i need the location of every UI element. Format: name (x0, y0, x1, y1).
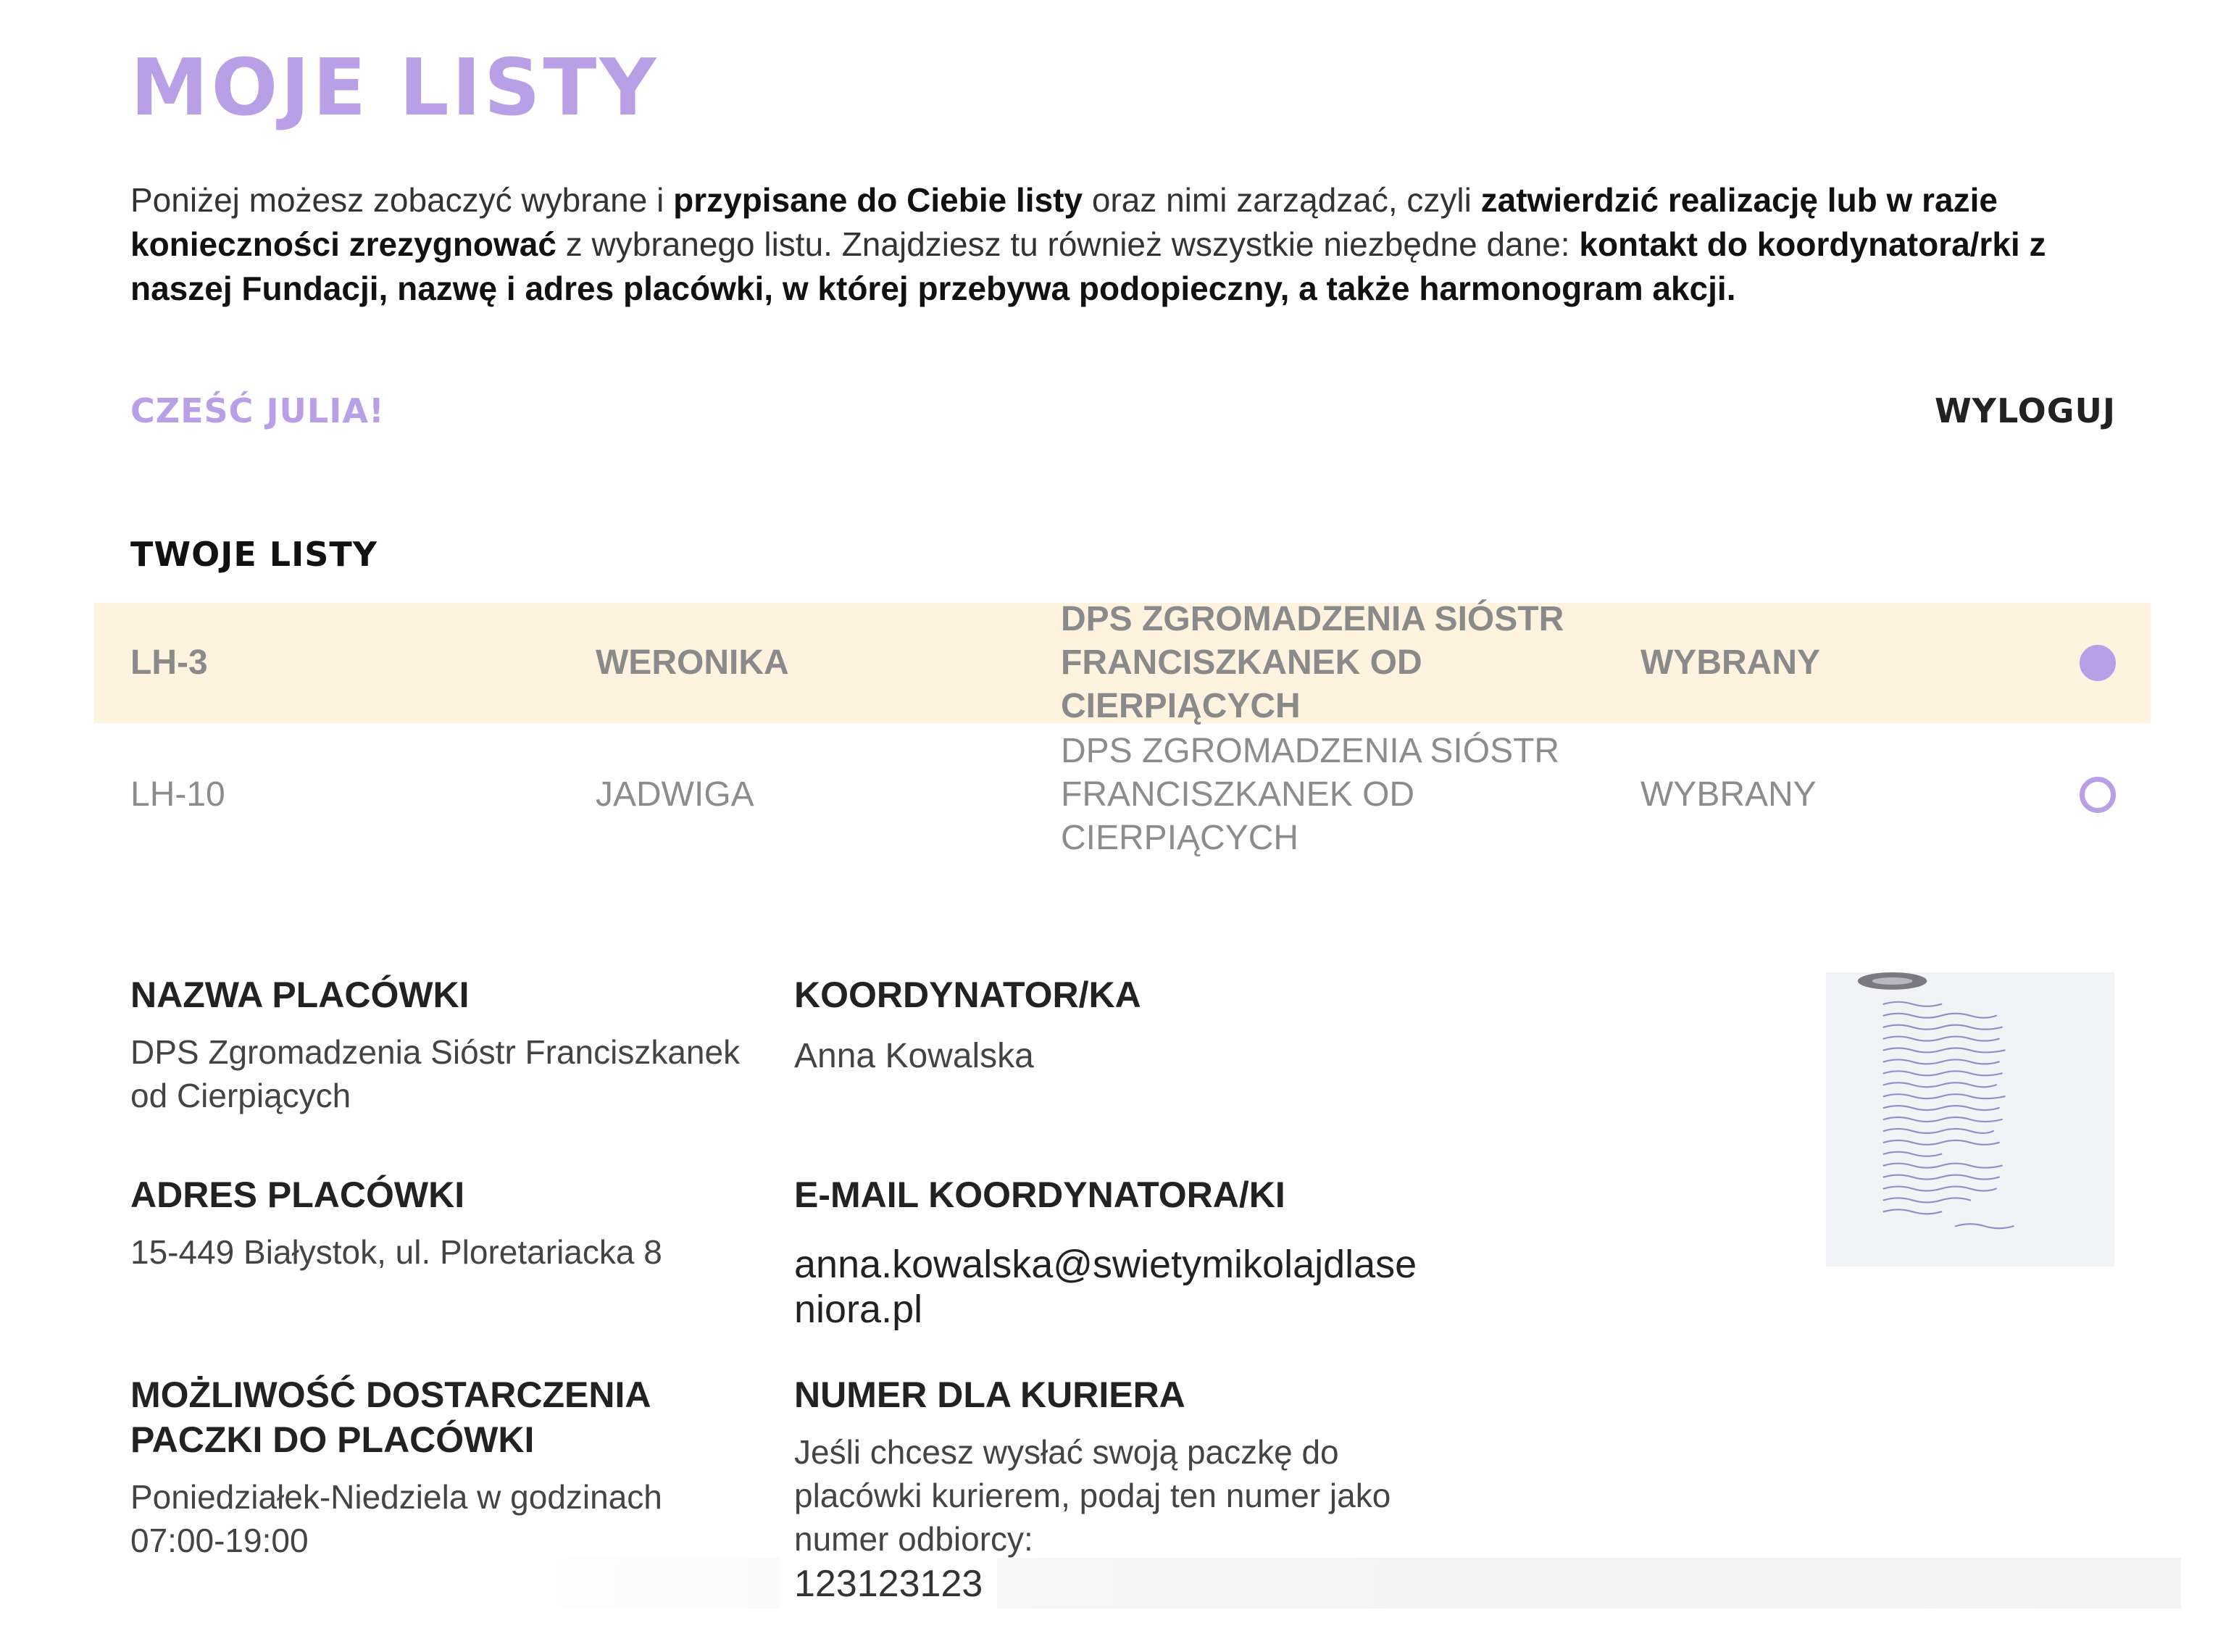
facility-name-label: NAZWA PLACÓWKI (130, 975, 470, 1015)
coordinator-label: KOORDYNATOR/KA (794, 975, 1141, 1015)
intro-part-2: oraz nimi zarządzać, czyli (1083, 181, 1481, 219)
user-greeting: CZEŚĆ JULIA! (130, 391, 385, 430)
page: MOJE LISTY Poniżej możesz zobaczyć wybra… (0, 0, 2239, 1652)
facility-name-block: NAZWA PLACÓWKI DPS Zgromadzenia Sióstr F… (130, 972, 754, 1117)
list-facility: DPS ZGROMADZENIA SIÓSTR FRANCISZKANEK OD… (1061, 600, 1564, 725)
coordinator-email-block: E-MAIL KOORDYNATORA/KI anna.kowalska@swi… (794, 1172, 1417, 1332)
list-row-lh-10[interactable]: LH-10 JADWIGA DPS ZGROMADZENIA SIÓSTR FR… (94, 732, 2151, 857)
list-status: WYBRANY (1640, 775, 1817, 814)
list-row-lh-3[interactable]: LH-3 WERONIKA DPS ZGROMADZENIA SIÓSTR FR… (94, 600, 2151, 725)
logout-link[interactable]: WYLOGUJ (1935, 391, 2116, 430)
list-recipient-name: WERONIKA (596, 643, 789, 682)
coordinator-value: Anna Kowalska (794, 1037, 1034, 1075)
intro-part-3: z wybranego listu. Znajdziesz tu również… (556, 225, 1580, 263)
facility-name-value: DPS Zgromadzenia Sióstr Franciszkanek od… (130, 1033, 741, 1114)
lists-section-title: TWOJE LISTY (130, 535, 378, 574)
intro-bold-1: przypisane do Ciebie listy (673, 181, 1083, 219)
list-status: WYBRANY (1640, 643, 1820, 682)
courier-block: NUMER DLA KURIERA Jeśli chcesz wysłać sw… (794, 1372, 1417, 1606)
intro-text: Poniżej możesz zobaczyć wybrane i przypi… (130, 178, 2116, 311)
facility-address-block: ADRES PLACÓWKI 15-449 Białystok, ul. Plo… (130, 1172, 754, 1274)
list-code: LH-10 (130, 775, 225, 814)
page-title: MOJE LISTY (130, 43, 659, 133)
coordinator-email-label: E-MAIL KOORDYNATORA/KI (794, 1175, 1285, 1215)
handwritten-letter-image (1857, 972, 2014, 1230)
list-facility: DPS ZGROMADZENIA SIÓSTR FRANCISZKANEK OD… (1061, 732, 1560, 857)
delivery-block: MOŻLIWOŚĆ DOSTARCZENIA PACZKI DO PLACÓWK… (130, 1372, 754, 1562)
facility-address-label: ADRES PLACÓWKI (130, 1175, 465, 1215)
courier-label: NUMER DLA KURIERA (794, 1374, 1185, 1415)
coordinator-block: KOORDYNATOR/KA Anna Kowalska (794, 972, 1417, 1078)
intro-part-1: Poniżej możesz zobaczyć wybrane i (130, 181, 674, 219)
list-code: LH-3 (130, 643, 208, 682)
facility-address-value: 15-449 Białystok, ul. Ploretariacka 8 (130, 1233, 662, 1271)
coordinator-email-link[interactable]: anna.kowalska@swietymikolajdlaseniora.pl (794, 1242, 1417, 1332)
letter-thumbnail[interactable] (1826, 972, 2114, 1267)
courier-number: 123123123 (794, 1563, 983, 1605)
list-recipient-name: JADWIGA (596, 775, 754, 814)
delivery-label: MOŻLIWOŚĆ DOSTARCZENIA PACZKI DO PLACÓWK… (130, 1374, 650, 1460)
delivery-value: Poniedziałek-Niedziela w godzinach 07:00… (130, 1478, 662, 1559)
courier-description: Jeśli chcesz wysłać swoją paczkę do plac… (794, 1433, 1391, 1558)
radio-filled-icon[interactable] (2080, 645, 2116, 681)
radio-empty-icon[interactable] (2080, 777, 2116, 813)
